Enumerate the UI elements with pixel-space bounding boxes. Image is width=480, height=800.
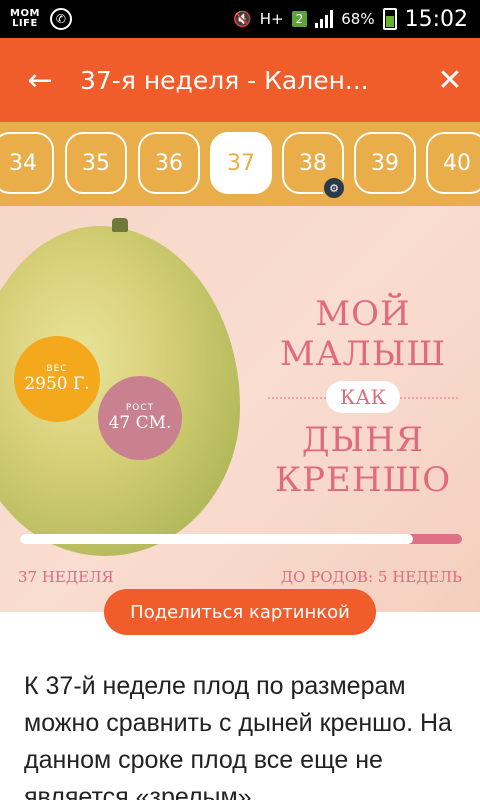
week-chip-35[interactable]: 35 <box>65 132 127 194</box>
melon-stem <box>112 218 128 232</box>
clock: 15:02 <box>404 6 468 32</box>
status-bar: MOM LIFE ✆ 🔇 H+ 2 68% 15:02 <box>0 0 480 38</box>
current-week-label: 37 НЕДЕЛЯ <box>18 568 114 586</box>
week-chip-40[interactable]: 40 <box>426 132 480 194</box>
momlife-notification-icon: MOM LIFE <box>10 8 40 29</box>
sim-badge: 2 <box>291 11 308 27</box>
battery-percent: 68% <box>341 10 375 28</box>
close-icon[interactable]: ✕ <box>420 38 480 122</box>
week-illustration: ВЕС 2950 Г. РОСТ 47 СМ. МОЙ МАЛЫШ КАК ДЫ… <box>0 206 480 612</box>
overlay-app-icon: ⚙ <box>322 176 346 200</box>
height-badge: РОСТ 47 СМ. <box>98 376 182 460</box>
weeks-remaining-label: ДО РОДОВ: 5 НЕДЕЛЬ <box>280 568 462 586</box>
weight-badge: ВЕС 2950 Г. <box>14 336 100 422</box>
comparison-headline: МОЙ МАЛЫШ КАК ДЫНЯ КРЕНШО <box>258 294 468 500</box>
battery-icon <box>382 8 397 30</box>
mute-icon: 🔇 <box>233 10 252 28</box>
week-chip-34[interactable]: 34 <box>0 132 54 194</box>
week-selector: 34 35 36 37 38 ⚙ 39 40 <box>0 122 480 206</box>
back-arrow-icon[interactable]: ← <box>0 38 80 122</box>
week-chip-39[interactable]: 39 <box>354 132 416 194</box>
network-type: H+ <box>259 10 284 28</box>
signal-icon <box>315 10 334 28</box>
pregnancy-progress-bar <box>20 534 462 544</box>
page-title: 37-я неделя - Кален... <box>80 65 369 95</box>
app-bar: ← 37-я неделя - Кален... ✕ <box>0 38 480 122</box>
whatsapp-notification-icon: ✆ <box>49 8 72 30</box>
week-description: К 37-й неделе плод по размерам можно сра… <box>24 672 452 800</box>
headline-connector: КАК <box>325 381 401 413</box>
week-chip-36[interactable]: 36 <box>138 132 200 194</box>
week-chip-38[interactable]: 38 ⚙ <box>282 132 346 200</box>
pregnancy-progress-fill <box>20 534 414 544</box>
share-image-button[interactable]: Поделиться картинкой <box>104 589 376 635</box>
week-chip-37-selected[interactable]: 37 <box>210 132 272 194</box>
